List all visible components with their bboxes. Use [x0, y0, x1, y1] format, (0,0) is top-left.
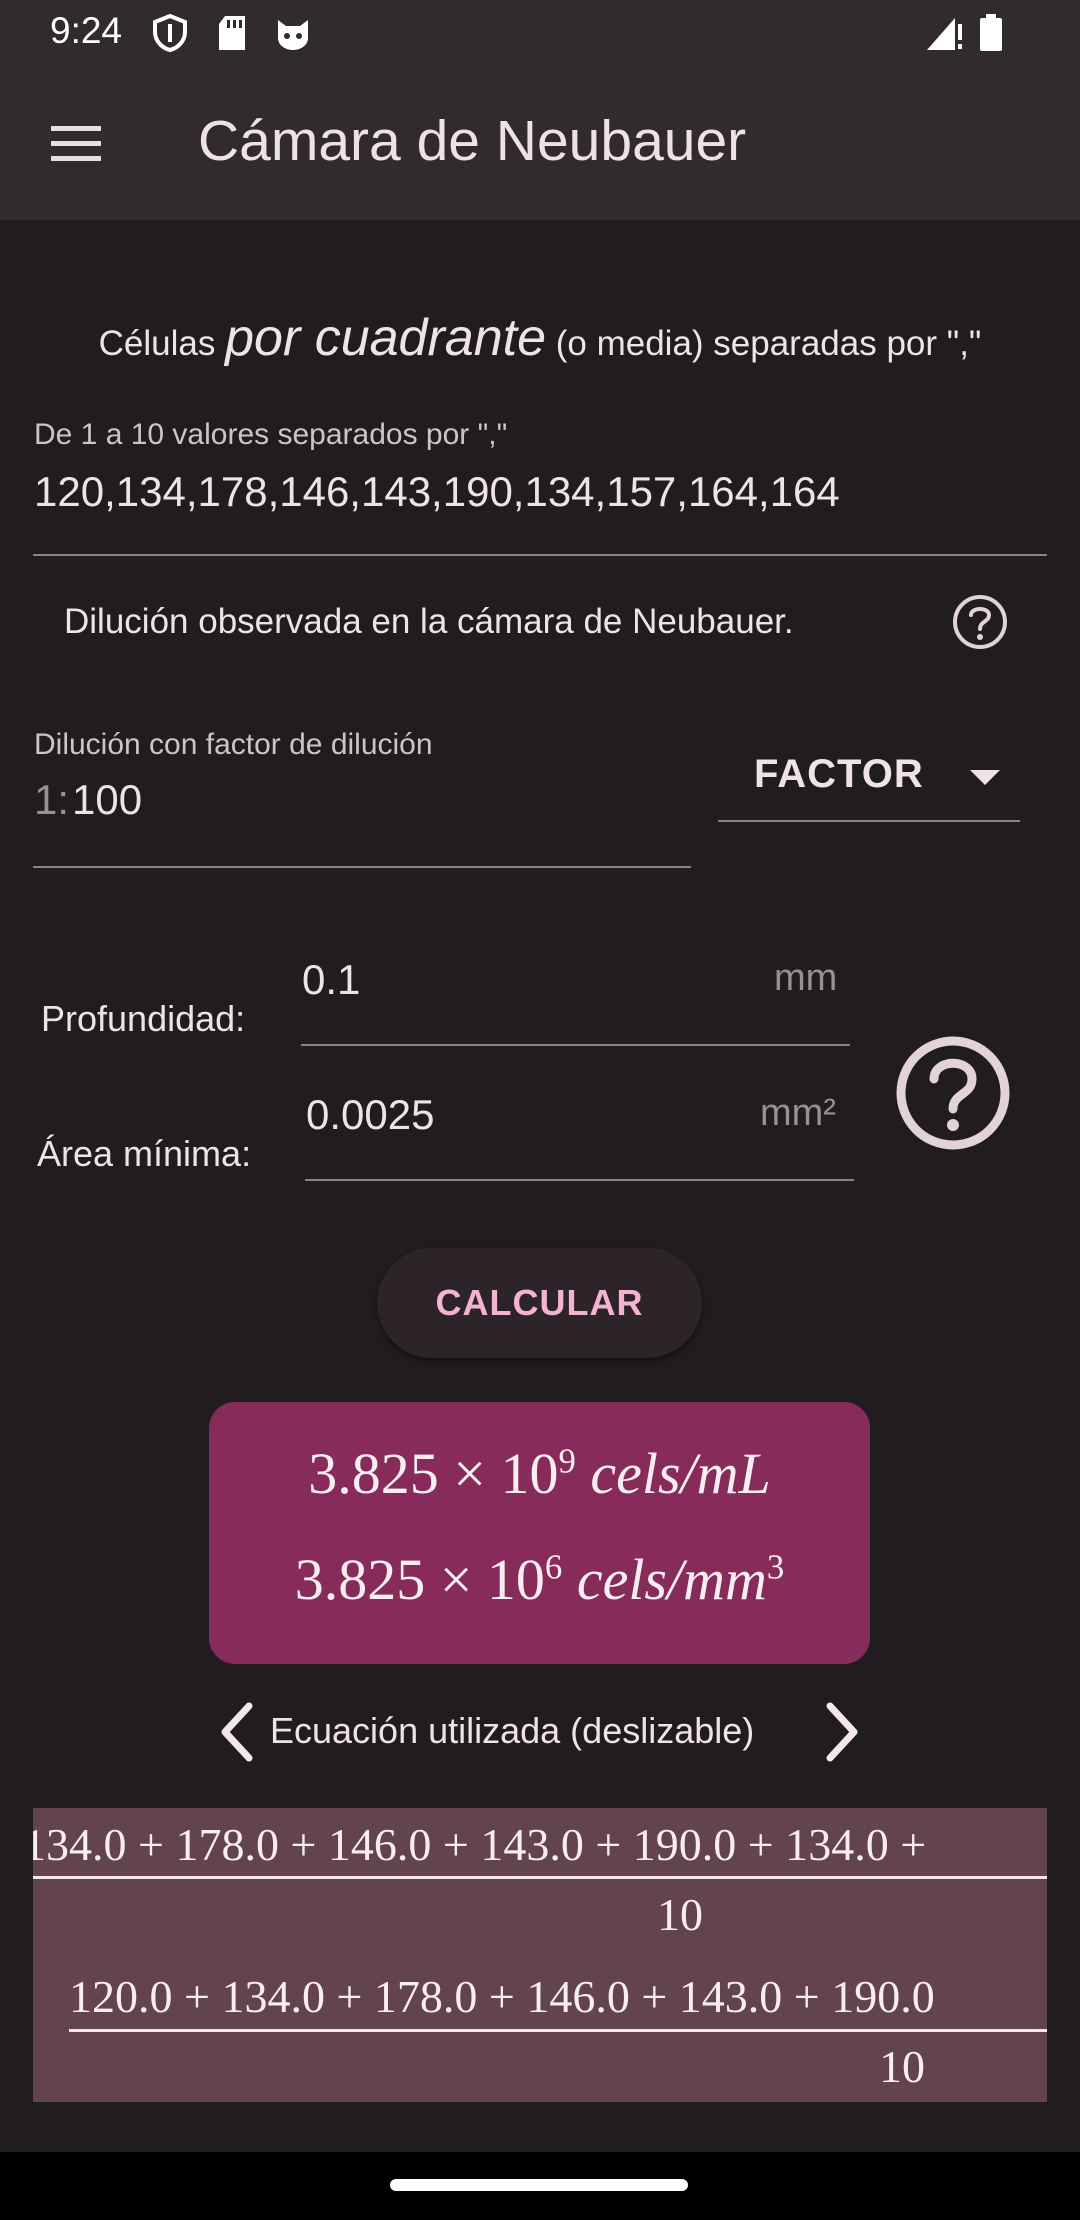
equation-denominator: 10 [879, 2041, 925, 2092]
result-base: 10 [486, 1547, 545, 1612]
result-mantissa: 3.825 [294, 1547, 426, 1612]
chevron-left-icon[interactable] [215, 1700, 259, 1764]
home-gesture-handle[interactable] [390, 2179, 688, 2191]
result-base: 10 [500, 1441, 559, 1506]
page-title: Cámara de Neubauer [198, 109, 747, 173]
cells-field-label: De 1 a 10 valores separados por "," [34, 418, 508, 451]
times-symbol: × [439, 1547, 473, 1612]
shield-icon [153, 14, 187, 52]
depth-input[interactable]: 0.1 [302, 956, 360, 1004]
depth-label: Profundidad: [41, 998, 246, 1039]
depth-input-underline [301, 1044, 850, 1046]
cells-heading-emphasis: por cuadrante [225, 309, 546, 367]
result-exponent: 6 [544, 1547, 563, 1587]
cells-heading: Células por cuadrante (o media) separada… [0, 308, 1080, 368]
equation-numerator: 134.0 + 178.0 + 146.0 + 143.0 + 190.0 + … [33, 1819, 927, 1870]
battery-icon [980, 14, 1002, 51]
help-circle-icon[interactable] [893, 1033, 1013, 1153]
dilution-mode-selected: FACTOR [754, 752, 924, 796]
result-per-mm3: 3.825 × 106 cels/mm3 [209, 1546, 870, 1613]
sd-card-icon [219, 16, 245, 50]
help-circle-icon[interactable] [950, 592, 1010, 652]
cat-face-icon [278, 20, 308, 50]
dilution-input-underline [33, 866, 691, 868]
calculate-label: CALCULAR [435, 1282, 644, 1323]
signal-icon [927, 18, 962, 50]
result-card: 3.825 × 109 cels/mL 3.825 × 106 cels/mm3 [209, 1402, 870, 1664]
area-input-underline [305, 1179, 854, 1181]
result-exponent: 9 [558, 1441, 576, 1481]
result-unit: cels/mL [590, 1441, 771, 1506]
fraction-bar [69, 2029, 1047, 2032]
equation-numerator: 120.0 + 134.0 + 178.0 + 146.0 + 143.0 + … [69, 1971, 935, 2022]
menu-icon[interactable] [38, 104, 118, 184]
unit-exponent: 3 [766, 1547, 785, 1587]
area-unit: mm² [760, 1092, 836, 1134]
equation-panel[interactable]: 134.0 + 178.0 + 146.0 + 143.0 + 190.0 + … [33, 1808, 1047, 2102]
area-label: Área mínima: [37, 1133, 252, 1174]
equation-denominator: 10 [657, 1889, 703, 1940]
dilution-input[interactable]: 100 [72, 776, 142, 824]
depth-unit: mm [774, 957, 838, 999]
fraction-bar [33, 1876, 1047, 1879]
cells-heading-prefix: Células [98, 324, 216, 363]
dilution-observed-text: Dilución observada en la cámara de Neuba… [64, 602, 794, 641]
area-input[interactable]: 0.0025 [306, 1091, 434, 1139]
result-per-ml: 3.825 × 109 cels/mL [209, 1440, 870, 1507]
cells-input-underline [33, 554, 1047, 556]
calculate-button[interactable]: CALCULAR [377, 1248, 702, 1358]
chevron-right-icon[interactable] [820, 1700, 864, 1764]
times-symbol: × [453, 1441, 486, 1506]
equation-caption: Ecuación utilizada (deslizable) [270, 1710, 755, 1751]
dilution-field-label: Dilución con factor de dilución [34, 728, 433, 761]
result-unit: cels/mm [576, 1547, 767, 1612]
cells-input[interactable]: 120,134,178,146,143,190,134,157,164,164 [34, 468, 840, 516]
dropdown-underline [718, 820, 1020, 822]
dilution-mode-dropdown[interactable]: FACTOR [718, 740, 1020, 824]
cells-heading-suffix: (o media) separadas por "," [555, 324, 982, 363]
status-time: 9:24 [50, 10, 123, 51]
result-mantissa: 3.825 [308, 1441, 439, 1506]
dropdown-caret-icon [970, 770, 1000, 785]
dilution-prefix: 1: [34, 776, 70, 823]
